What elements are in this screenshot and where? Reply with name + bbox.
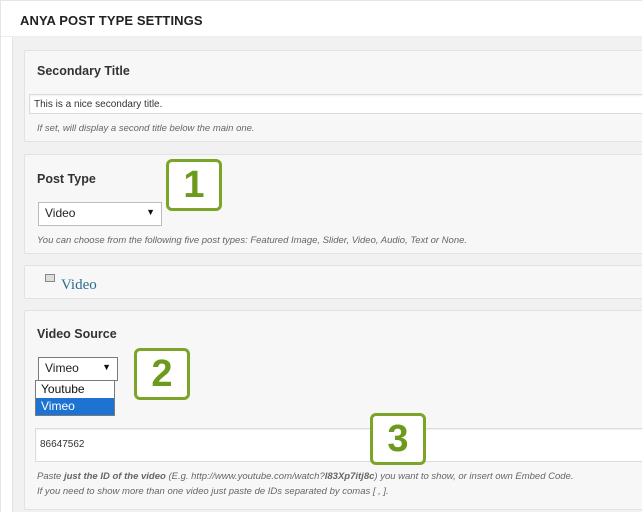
secondary-title-input[interactable]	[29, 94, 642, 114]
dropdown-arrow-icon: ▼	[102, 362, 111, 372]
post-type-label: Post Type	[37, 172, 96, 186]
metabox-body: Secondary Title If set, will display a s…	[12, 37, 642, 512]
callout-badge-3: 3	[370, 413, 426, 465]
video-section-title: Video	[61, 277, 97, 293]
post-type-select[interactable]: Video ▼	[38, 202, 162, 226]
secondary-title-label: Secondary Title	[37, 64, 130, 78]
desc-bold: l83Xp7itj8c	[324, 471, 375, 482]
video-icon	[45, 274, 55, 282]
settings-metabox: ANYA POST TYPE SETTINGS Secondary Title …	[0, 0, 642, 512]
video-source-options: Youtube Vimeo	[35, 380, 115, 416]
video-source-section: Video Source Vimeo ▼ Paste just the ID o…	[24, 310, 642, 510]
option-vimeo[interactable]: Vimeo	[36, 398, 114, 415]
metabox-header[interactable]: ANYA POST TYPE SETTINGS	[1, 1, 642, 37]
desc-text: (E.g. http://www.youtube.com/watch?	[165, 471, 325, 482]
dropdown-arrow-icon: ▼	[146, 207, 155, 217]
secondary-title-description: If set, will display a second title belo…	[37, 123, 255, 134]
desc-text: Paste	[37, 471, 64, 482]
option-youtube[interactable]: Youtube	[36, 381, 114, 398]
video-source-select[interactable]: Vimeo ▼	[38, 357, 118, 381]
post-type-selected-value: Video	[45, 206, 76, 220]
video-id-description-line2: If you need to show more than one video …	[37, 486, 389, 497]
post-type-description: You can choose from the following five p…	[37, 235, 468, 246]
desc-text: ) you want to show, or insert own Embed …	[374, 471, 574, 482]
video-section-header[interactable]: Video	[24, 265, 642, 299]
metabox-title: ANYA POST TYPE SETTINGS	[20, 13, 203, 28]
video-id-description: Paste just the ID of the video (E.g. htt…	[37, 471, 573, 482]
video-id-input[interactable]	[35, 428, 642, 462]
secondary-title-section: Secondary Title If set, will display a s…	[24, 50, 642, 142]
desc-bold: just the ID of the video	[63, 471, 166, 482]
video-source-label: Video Source	[37, 327, 117, 341]
callout-badge-1: 1	[166, 159, 222, 211]
video-source-selected-value: Vimeo	[45, 361, 79, 375]
post-type-section: Post Type Video ▼ You can choose from th…	[24, 154, 642, 254]
callout-badge-2: 2	[134, 348, 190, 400]
